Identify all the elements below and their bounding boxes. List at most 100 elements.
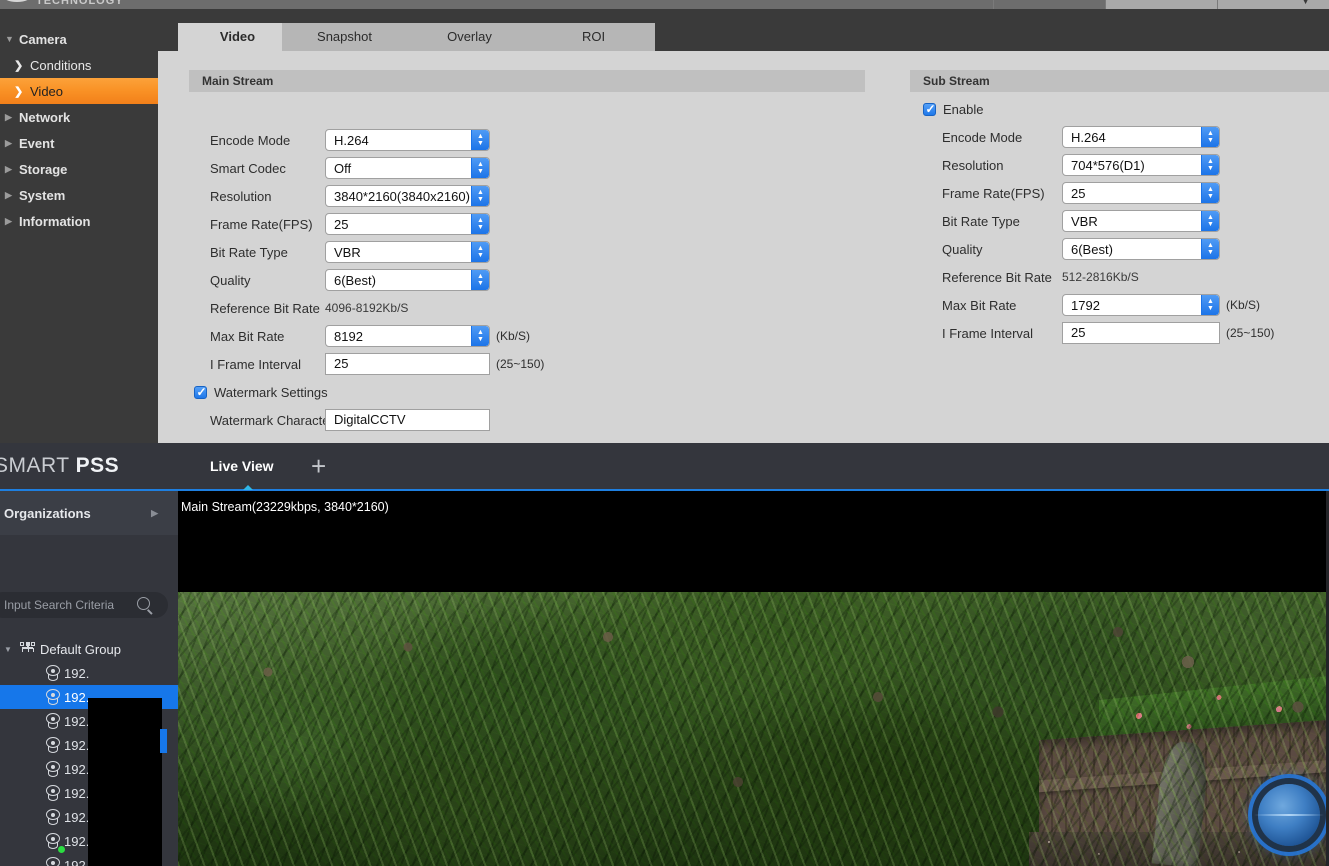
sub-i-frame-interval-input[interactable]: 25	[1062, 322, 1220, 344]
field-label: Reference Bit Rate	[942, 269, 1052, 285]
pss-header: SMART PSS Live View +	[0, 443, 1329, 491]
field-main-max-bit-rate: Max Bit Rate 8192 ▲ ▼ (Kb/S)	[210, 324, 830, 348]
sub-i-frame-interval-hint: (25~150)	[1226, 326, 1275, 340]
sidebar-item-event[interactable]: ▶ Event	[0, 130, 158, 156]
main-encode-mode-select[interactable]: H.264 ▲ ▼	[325, 129, 490, 151]
tab-overlay[interactable]: Overlay	[407, 23, 532, 51]
screen-root: TECHNOLOGY ▼ ▼ Camera ❯ Conditions ❯ Vid…	[0, 0, 1329, 866]
stepper-icon: ▲ ▼	[1201, 155, 1219, 175]
brand-bar: TECHNOLOGY ▼	[0, 0, 1329, 9]
live-view-pane[interactable]: Main Stream(23229kbps, 3840*2160)	[178, 491, 1329, 866]
field-label: Frame Rate(FPS)	[210, 216, 313, 232]
select-value: H.264	[334, 132, 369, 148]
pss-logo-prefix: SMART	[0, 454, 76, 477]
brand-button-2[interactable]	[1105, 0, 1217, 9]
tab-live-view[interactable]: Live View	[210, 458, 274, 474]
main-watermark-character-input[interactable]: DigitalCCTV	[325, 409, 490, 431]
sidebar-item-label: Video	[30, 83, 64, 99]
pss-logo-bold: PSS	[75, 454, 120, 477]
triangle-right-icon: ▶	[5, 111, 12, 122]
arrow-right-icon[interactable]: ▶	[151, 508, 158, 519]
main-max-bit-rate-select[interactable]: 8192 ▲ ▼	[325, 325, 490, 347]
sub-bit-rate-type-select[interactable]: VBR ▲ ▼	[1062, 210, 1220, 232]
main-frame-rate-select[interactable]: 25 ▲ ▼	[325, 213, 490, 235]
sub-enable-row[interactable]: Enable	[923, 97, 983, 121]
field-label: Quality	[210, 272, 251, 288]
stepper-icon: ▲ ▼	[471, 158, 489, 178]
checkbox-checked-icon[interactable]	[923, 101, 936, 117]
checkbox-checked-icon[interactable]	[194, 384, 207, 400]
sub-quality-select[interactable]: 6(Best) ▲ ▼	[1062, 238, 1220, 260]
field-label: Smart Codec	[210, 160, 286, 176]
device-label: 192.	[64, 689, 90, 705]
stepper-icon: ▲ ▼	[1201, 295, 1219, 315]
field-main-bit-rate-type: Bit Rate Type VBR ▲ ▼	[210, 240, 830, 264]
sidebar-item-network[interactable]: ▶ Network	[0, 104, 158, 130]
brand-button-3[interactable]: ▼	[1217, 0, 1329, 9]
sub-frame-rate-select[interactable]: 25 ▲ ▼	[1062, 182, 1220, 204]
pss-logo: SMART PSS	[0, 454, 119, 478]
config-tabbar: Video Snapshot Overlay ROI	[158, 18, 1329, 51]
field-sub-i-frame-interval: I Frame Interval 25 (25~150)	[942, 321, 1274, 345]
organizations-header[interactable]: Organizations ▶	[0, 491, 178, 535]
field-sub-frame-rate: Frame Rate(FPS) 25 ▲ ▼	[942, 181, 1220, 205]
field-label: Encode Mode	[210, 132, 291, 148]
chevron-right-icon: ❯	[14, 85, 24, 98]
chevron-down-icon: ▼	[1302, 0, 1309, 6]
chevron-right-icon: ❯	[14, 59, 24, 72]
sidebar-item-label: Storage	[19, 161, 68, 177]
select-value: 6(Best)	[1071, 241, 1113, 257]
sidebar-item-camera[interactable]: ▼ Camera	[0, 26, 158, 52]
list-item[interactable]: 192.	[0, 661, 178, 685]
field-sub-reference-bit-rate: Reference Bit Rate 512-2816Kb/S	[942, 265, 1139, 289]
sidebar-item-label: Conditions	[30, 57, 92, 73]
sidebar-item-system[interactable]: ▶ System	[0, 182, 158, 208]
search-placeholder: Input Search Criteria	[4, 598, 115, 612]
sidebar-item-information[interactable]: ▶ Information	[0, 208, 158, 234]
tree-group-default[interactable]: ▼ Default Group	[0, 637, 178, 661]
main-quality-select[interactable]: 6(Best) ▲ ▼	[325, 269, 490, 291]
sub-encode-mode-select[interactable]: H.264 ▲ ▼	[1062, 126, 1220, 148]
main-watermark-settings-label: Watermark Settings	[214, 384, 328, 400]
sidebar-item-conditions[interactable]: ❯ Conditions	[0, 52, 158, 78]
field-main-smart-codec: Smart Codec Off ▲ ▼	[210, 156, 830, 180]
video-stream[interactable]	[178, 592, 1329, 866]
stepper-icon: ▲ ▼	[1201, 239, 1219, 259]
field-label: Encode Mode	[942, 129, 1023, 145]
search-input[interactable]: Input Search Criteria	[0, 592, 168, 618]
sidebar-item-video[interactable]: ❯ Video	[0, 78, 158, 104]
field-label: Watermark Character	[210, 412, 334, 428]
camera-icon	[46, 785, 61, 801]
select-value: 25	[334, 216, 349, 232]
main-bit-rate-type-select[interactable]: VBR ▲ ▼	[325, 241, 490, 263]
sidebar-item-storage[interactable]: ▶ Storage	[0, 156, 158, 182]
tab-roi[interactable]: ROI	[532, 23, 655, 51]
main-resolution-select[interactable]: 3840*2160(3840x2160) ▲ ▼	[325, 185, 490, 207]
stream-info-label: Main Stream(23229kbps, 3840*2160)	[181, 500, 389, 514]
main-i-frame-interval-input[interactable]: 25	[325, 353, 490, 375]
main-smart-codec-select[interactable]: Off ▲ ▼	[325, 157, 490, 179]
sub-resolution-select[interactable]: 704*576(D1) ▲ ▼	[1062, 154, 1220, 176]
field-main-i-frame-interval: I Frame Interval 25 (25~150)	[210, 352, 830, 376]
select-value: 704*576(D1)	[1071, 157, 1145, 173]
sidebar-item-label: Information	[19, 213, 91, 229]
select-value: 25	[1071, 185, 1086, 201]
sub-max-bit-rate-select[interactable]: 1792 ▲ ▼	[1062, 294, 1220, 316]
camera-icon	[46, 713, 61, 729]
search-icon[interactable]	[137, 597, 150, 610]
seed-cones-layer	[178, 592, 1329, 866]
triangle-down-icon[interactable]: ▼	[4, 645, 20, 654]
add-tab-icon[interactable]: +	[311, 451, 326, 482]
tab-video[interactable]: Video	[178, 23, 297, 51]
main-watermark-settings-row[interactable]: Watermark Settings	[194, 380, 814, 404]
stepper-icon: ▲ ▼	[471, 186, 489, 206]
sidebar-item-label: Camera	[19, 31, 67, 47]
triangle-right-icon: ▶	[5, 137, 12, 148]
triangle-right-icon: ▶	[5, 215, 12, 226]
brand-button-1[interactable]	[993, 0, 1105, 9]
tab-snapshot[interactable]: Snapshot	[282, 23, 407, 51]
sub-reference-bit-rate-value: 512-2816Kb/S	[1062, 270, 1139, 284]
select-value: Off	[334, 160, 352, 176]
main-i-frame-interval-hint: (25~150)	[496, 357, 545, 371]
sub-enable-label: Enable	[943, 101, 984, 117]
